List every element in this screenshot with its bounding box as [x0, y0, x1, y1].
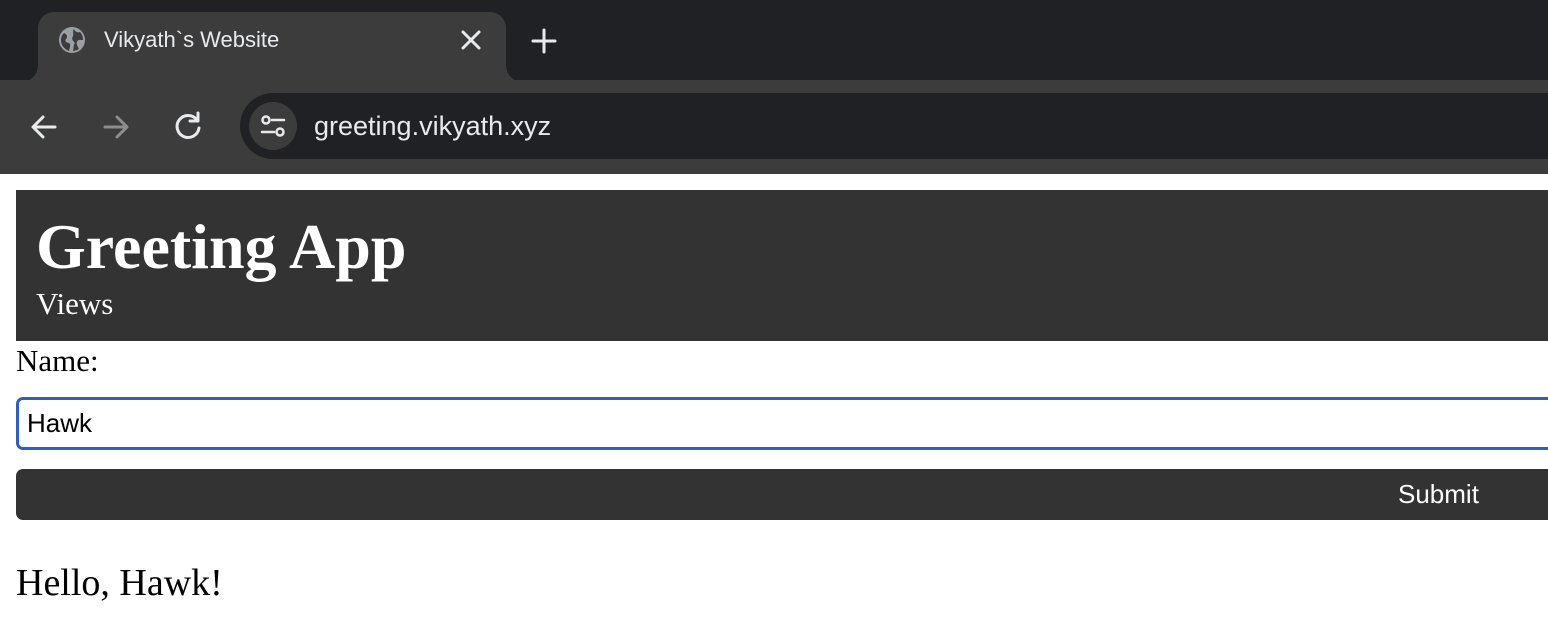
url-text[interactable]: greeting.vikyath.xyz	[314, 109, 551, 143]
browser-tab-strip: Vikyath`s Website	[0, 0, 1548, 82]
greeting-text: Hello, Hawk!	[16, 562, 223, 604]
name-input[interactable]	[16, 397, 1548, 450]
globe-icon	[58, 26, 86, 54]
name-label: Name:	[16, 343, 99, 378]
plus-icon[interactable]	[528, 25, 560, 57]
close-icon[interactable]	[458, 27, 484, 53]
reload-icon[interactable]	[170, 109, 206, 145]
browser-toolbar: greeting.vikyath.xyz	[0, 80, 1548, 174]
address-bar[interactable]: greeting.vikyath.xyz	[240, 93, 1548, 159]
page-title: Greeting App	[36, 211, 407, 282]
browser-tab-active[interactable]: Vikyath`s Website	[22, 12, 522, 82]
page-subtitle: Views	[36, 286, 114, 321]
arrow-right-icon[interactable]	[98, 109, 134, 145]
tune-icon[interactable]	[249, 102, 297, 150]
arrow-left-icon[interactable]	[26, 109, 62, 145]
app-header: Greeting App Views	[16, 190, 1548, 341]
submit-button[interactable]: Submit	[16, 469, 1548, 520]
tab-title: Vikyath`s Website	[104, 27, 280, 52]
